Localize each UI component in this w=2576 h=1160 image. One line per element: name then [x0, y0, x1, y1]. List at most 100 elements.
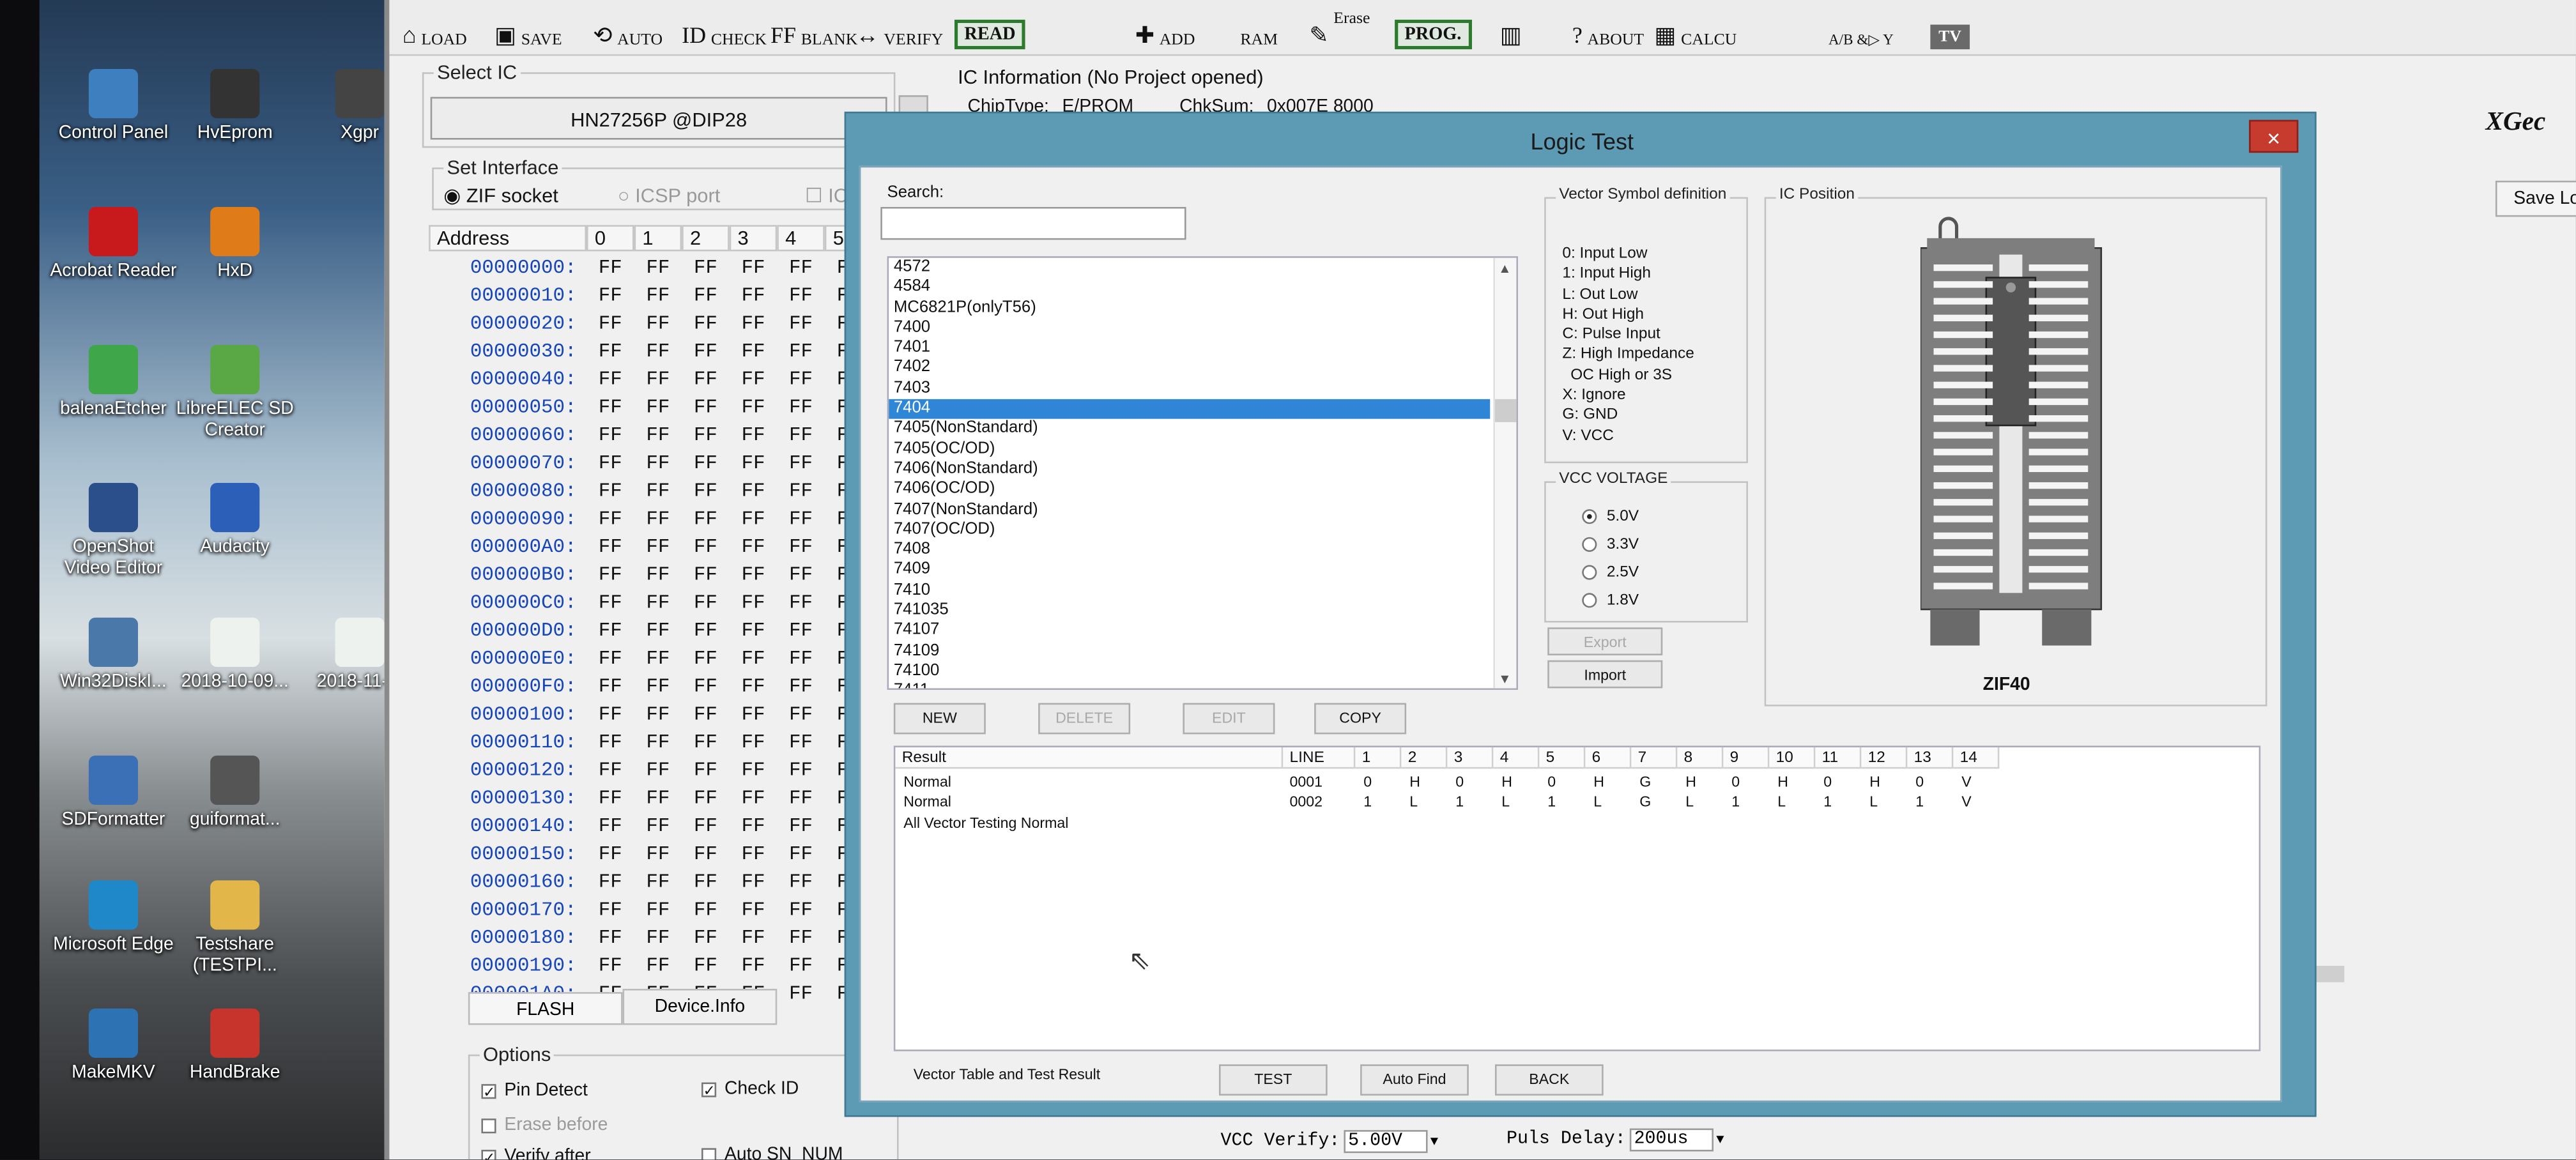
desktop-icon[interactable]: MakeMKV [49, 1008, 178, 1084]
hex-cell[interactable]: FF [682, 954, 730, 982]
hex-cell[interactable]: FF [777, 843, 825, 871]
hex-cell[interactable]: FF [730, 759, 778, 787]
ic-list-item[interactable]: 7411 [889, 682, 1490, 689]
hex-row[interactable]: 00000180:FFFFFFFFFFFF [429, 926, 872, 954]
hex-cell[interactable]: FF [634, 480, 682, 508]
hex-cell[interactable]: FF [634, 899, 682, 927]
hex-cell[interactable]: FF [730, 256, 778, 284]
hex-cell[interactable]: FF [586, 535, 634, 563]
desktop-icon[interactable]: Control Panel [49, 68, 178, 144]
hex-cell[interactable]: FF [682, 368, 730, 396]
hex-cell[interactable]: FF [634, 284, 682, 312]
icsp-port-radio[interactable]: ○ ICSP port [618, 184, 720, 207]
hex-row[interactable]: 00000000:FFFFFFFFFFFF [429, 256, 872, 284]
hex-cell[interactable]: FF [730, 814, 778, 843]
ic-list-item[interactable]: 7408 [889, 540, 1490, 561]
ic-list-item[interactable]: 74107 [889, 622, 1490, 642]
hex-row[interactable]: 00000020:FFFFFFFFFFFF [429, 312, 872, 340]
hex-cell[interactable]: FF [682, 926, 730, 954]
hex-cell[interactable]: FF [634, 871, 682, 899]
hex-row[interactable]: 00000160:FFFFFFFFFFFF [429, 871, 872, 899]
hex-cell[interactable]: FF [777, 508, 825, 536]
read-button[interactable]: READ [954, 10, 1025, 50]
hex-cell[interactable]: FF [730, 619, 778, 647]
hex-cell[interactable]: FF [730, 452, 778, 480]
hex-cell[interactable]: FF [730, 731, 778, 759]
ic-list-item[interactable]: 7407(OC/OD) [889, 521, 1490, 541]
hex-cell[interactable]: FF [682, 340, 730, 368]
hex-cell[interactable]: FF [586, 899, 634, 927]
hex-row[interactable]: 00000090:FFFFFFFFFFFF [429, 508, 872, 536]
hex-cell[interactable]: FF [682, 284, 730, 312]
ic-list-item[interactable]: 7406(NonStandard) [889, 460, 1490, 480]
hex-cell[interactable]: FF [586, 871, 634, 899]
hex-cell[interactable]: FF [730, 563, 778, 591]
vcc-radio-1-8V[interactable]: 1.8V [1582, 586, 1639, 614]
tv-button[interactable]: TV [1930, 10, 1970, 50]
hex-cell[interactable]: FF [730, 591, 778, 620]
hex-row[interactable]: 00000140:FFFFFFFFFFFF [429, 814, 872, 843]
pin-detect-checkbox[interactable]: ✓ Pin Detect [481, 1081, 588, 1101]
desktop-icon[interactable]: Testshare (TESTPI... [171, 880, 299, 977]
hex-cell[interactable]: FF [730, 535, 778, 563]
ram-button[interactable]: RAM [1240, 10, 1278, 49]
hex-cell[interactable]: FF [777, 954, 825, 982]
hex-cell[interactable]: FF [730, 926, 778, 954]
hex-cell[interactable]: FF [777, 675, 825, 703]
hex-cell[interactable]: FF [586, 703, 634, 731]
check-button[interactable]: ID CHECK [682, 10, 767, 49]
hex-cell[interactable]: FF [586, 647, 634, 675]
hex-cell[interactable]: FF [586, 396, 634, 424]
hex-row[interactable]: 00000030:FFFFFFFFFFFF [429, 340, 872, 368]
hex-cell[interactable]: FF [730, 675, 778, 703]
hex-cell[interactable]: FF [634, 647, 682, 675]
ic-list-item[interactable]: 7400 [889, 319, 1490, 339]
hex-cell[interactable]: FF [586, 424, 634, 452]
hex-row[interactable]: 00000120:FFFFFFFFFFFF [429, 759, 872, 787]
hex-cell[interactable]: FF [682, 814, 730, 843]
vcc-radio-2-5V[interactable]: 2.5V [1582, 558, 1639, 586]
hex-row[interactable]: 00000130:FFFFFFFFFFFF [429, 787, 872, 815]
vcc-verify-select[interactable]: 5.00V [1343, 1130, 1427, 1154]
hex-cell[interactable]: FF [777, 619, 825, 647]
desktop-icon[interactable]: OpenShot Video Editor [49, 482, 178, 580]
hex-row[interactable]: 000000D0:FFFFFFFFFFFF [429, 619, 872, 647]
hex-row[interactable]: 00000150:FFFFFFFFFFFF [429, 843, 872, 871]
verify-button[interactable]: ↔ VERIFY [856, 10, 944, 49]
hex-cell[interactable]: FF [730, 284, 778, 312]
hex-cell[interactable]: FF [634, 340, 682, 368]
check-id-checkbox[interactable]: ✓ Check ID [701, 1079, 799, 1099]
erase-button[interactable]: ✎ Erase [1309, 10, 1370, 49]
hex-cell[interactable]: FF [682, 535, 730, 563]
tab-flash[interactable]: FLASH [468, 992, 623, 1025]
desktop-icon[interactable]: Audacity [171, 482, 299, 558]
ic-list-item[interactable]: 7405(NonStandard) [889, 420, 1490, 440]
hex-row[interactable]: 00000190:FFFFFFFFFFFF [429, 954, 872, 982]
hex-cell[interactable]: FF [777, 424, 825, 452]
hex-cell[interactable]: FF [777, 731, 825, 759]
vcc-radio-3-3V[interactable]: 3.3V [1582, 531, 1639, 559]
hex-cell[interactable]: FF [634, 731, 682, 759]
hex-cell[interactable]: FF [777, 480, 825, 508]
export-button[interactable]: Export [1547, 627, 1663, 655]
hex-cell[interactable]: FF [634, 508, 682, 536]
hex-cell[interactable]: FF [586, 591, 634, 620]
hex-row[interactable]: 00000040:FFFFFFFFFFFF [429, 368, 872, 396]
auto-find-button[interactable]: Auto Find [1360, 1064, 1469, 1096]
edit-button[interactable]: EDIT [1183, 703, 1275, 735]
load-button[interactable]: ⌂ LOAD [402, 10, 467, 49]
hex-cell[interactable]: FF [777, 312, 825, 340]
hex-cell[interactable]: FF [777, 396, 825, 424]
back-button[interactable]: BACK [1494, 1064, 1604, 1096]
hex-cell[interactable]: FF [586, 675, 634, 703]
hex-cell[interactable]: FF [777, 452, 825, 480]
hex-cell[interactable]: FF [730, 703, 778, 731]
desktop-icon[interactable]: Win32DiskI... [49, 617, 178, 693]
blank-button[interactable]: FF BLANK [770, 10, 857, 49]
hex-cell[interactable]: FF [682, 424, 730, 452]
hex-cell[interactable]: FF [682, 843, 730, 871]
hex-cell[interactable]: FF [777, 340, 825, 368]
hex-cell[interactable]: FF [730, 340, 778, 368]
hex-cell[interactable]: FF [634, 535, 682, 563]
hex-cell[interactable]: FF [586, 843, 634, 871]
